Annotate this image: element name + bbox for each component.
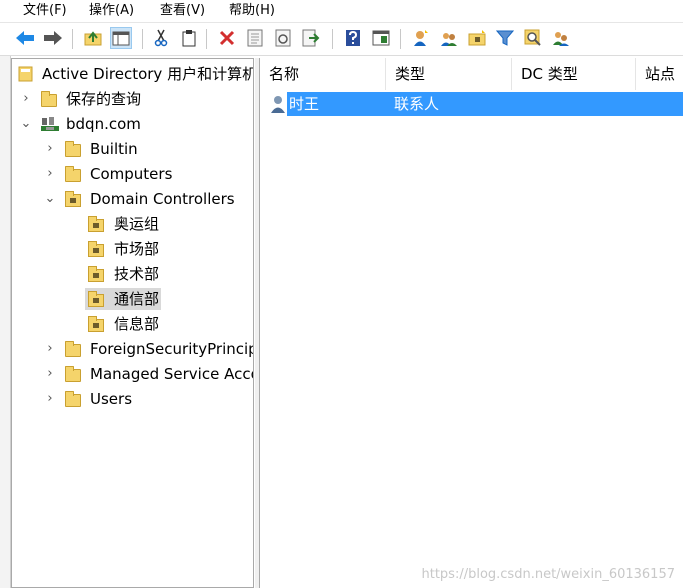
left-edge-strip bbox=[0, 56, 11, 588]
delete-icon[interactable] bbox=[216, 27, 238, 49]
tree-item-label: Computers bbox=[90, 165, 173, 183]
ou-icon bbox=[88, 316, 104, 332]
toolbar-separator bbox=[72, 29, 73, 49]
paste-icon[interactable] bbox=[178, 27, 200, 49]
cut-icon[interactable] bbox=[150, 27, 172, 49]
filter-icon[interactable] bbox=[494, 27, 516, 49]
tree-item-label: Users bbox=[90, 390, 133, 408]
ou-icon bbox=[88, 241, 104, 257]
row-selection-highlight bbox=[287, 92, 683, 116]
tree-item-label: 通信部 bbox=[114, 290, 160, 308]
contact-icon bbox=[270, 95, 286, 113]
tree-item-label: Builtin bbox=[90, 140, 138, 158]
ad-console-icon bbox=[18, 66, 34, 82]
tree-item-ou[interactable]: 信息部 bbox=[12, 313, 253, 335]
ou-icon bbox=[88, 266, 104, 282]
tree-item-foreign-security-principals[interactable]: › ForeignSecurityPrincipa bbox=[12, 338, 254, 360]
console-tree-icon[interactable] bbox=[110, 27, 132, 49]
list-row[interactable]: 时王 联系人 bbox=[270, 92, 683, 116]
cell-type: 联系人 bbox=[394, 95, 440, 113]
chevron-down-icon[interactable]: ⌄ bbox=[44, 188, 56, 210]
tree-item-domain[interactable]: ⌄ bdqn.com bbox=[12, 113, 253, 135]
tree-item-domain-controllers[interactable]: ⌄ Domain Controllers bbox=[12, 188, 253, 210]
details-list: 名称 类型 DC 类型 站点 时王 联系人 bbox=[259, 58, 683, 588]
menu-action[interactable]: 操作(A) bbox=[89, 1, 134, 21]
menu-bar: 文件(F) 操作(A) 查看(V) 帮助(H) bbox=[0, 0, 683, 23]
new-group-icon[interactable] bbox=[438, 27, 460, 49]
tree-root[interactable]: Active Directory 用户和计算机 bbox=[12, 63, 254, 85]
column-header-site[interactable]: 站点 bbox=[636, 58, 683, 90]
column-header-dc-type[interactable]: DC 类型 bbox=[512, 58, 636, 90]
chevron-right-icon[interactable]: › bbox=[44, 363, 56, 385]
tree-item-label: Managed Service Acco bbox=[90, 365, 254, 383]
new-user-icon[interactable] bbox=[410, 27, 432, 49]
folder-icon bbox=[65, 341, 81, 357]
tree-item-users[interactable]: › Users bbox=[12, 388, 253, 410]
chevron-right-icon[interactable]: › bbox=[44, 338, 56, 360]
watermark: https://blog.csdn.net/weixin_60136157 bbox=[421, 567, 675, 582]
chevron-right-icon[interactable]: › bbox=[44, 163, 56, 185]
tree-item-builtin[interactable]: › Builtin bbox=[12, 138, 253, 160]
folder-icon bbox=[65, 166, 81, 182]
forward-arrow-icon[interactable] bbox=[42, 27, 64, 49]
ou-icon bbox=[88, 291, 104, 307]
tree-root-label: Active Directory 用户和计算机 bbox=[42, 65, 254, 83]
chevron-right-icon[interactable]: › bbox=[44, 388, 56, 410]
chevron-down-icon[interactable]: ⌄ bbox=[20, 113, 32, 135]
column-header-name[interactable]: 名称 bbox=[260, 58, 386, 90]
back-arrow-icon[interactable] bbox=[14, 27, 36, 49]
tree-item-label: ForeignSecurityPrincipa bbox=[90, 340, 254, 358]
chevron-right-icon[interactable]: › bbox=[20, 88, 32, 110]
tree-item-ou[interactable]: 技术部 bbox=[12, 263, 253, 285]
help-icon[interactable] bbox=[342, 27, 364, 49]
refresh-icon[interactable] bbox=[272, 27, 294, 49]
toolbar bbox=[0, 23, 683, 56]
tree-item-ou-selected[interactable]: 通信部 bbox=[12, 288, 253, 310]
ou-icon bbox=[65, 191, 81, 207]
find-icon[interactable] bbox=[522, 27, 544, 49]
ou-icon bbox=[88, 216, 104, 232]
tree-item-managed-service-accounts[interactable]: › Managed Service Acco bbox=[12, 363, 254, 385]
domain-icon bbox=[40, 116, 60, 132]
tree-item-computers[interactable]: › Computers bbox=[12, 163, 253, 185]
folder-icon bbox=[65, 141, 81, 157]
up-folder-icon[interactable] bbox=[82, 27, 104, 49]
tree-item-label: Domain Controllers bbox=[90, 190, 235, 208]
tree-item-label: bdqn.com bbox=[66, 115, 141, 133]
cell-name: 时王 bbox=[289, 95, 320, 113]
properties-icon[interactable] bbox=[244, 27, 266, 49]
console-tree: Active Directory 用户和计算机 › 保存的查询 ⌄ bdqn.c… bbox=[11, 58, 254, 588]
chevron-right-icon[interactable]: › bbox=[44, 138, 56, 160]
menu-file[interactable]: 文件(F) bbox=[23, 1, 67, 21]
toolbar-separator bbox=[142, 29, 143, 49]
tree-item-ou[interactable]: 市场部 bbox=[12, 238, 253, 260]
tree-item-saved-queries[interactable]: › 保存的查询 bbox=[12, 88, 253, 110]
toolbar-separator bbox=[206, 29, 207, 49]
tree-item-ou[interactable]: 奥运组 bbox=[12, 213, 253, 235]
column-header-type[interactable]: 类型 bbox=[386, 58, 512, 90]
add-to-group-icon[interactable] bbox=[550, 27, 572, 49]
toolbar-separator bbox=[332, 29, 333, 49]
tree-item-label: 信息部 bbox=[114, 315, 160, 333]
folder-icon bbox=[65, 366, 81, 382]
toolbar-separator bbox=[400, 29, 401, 49]
tree-item-label: 市场部 bbox=[114, 240, 160, 258]
show-hide-pane-icon[interactable] bbox=[370, 27, 392, 49]
tree-item-label: 技术部 bbox=[114, 265, 160, 283]
export-list-icon[interactable] bbox=[300, 27, 322, 49]
folder-icon bbox=[65, 391, 81, 407]
folder-icon bbox=[41, 91, 57, 107]
new-ou-icon[interactable] bbox=[466, 27, 488, 49]
tree-item-label: 奥运组 bbox=[114, 215, 160, 233]
menu-help[interactable]: 帮助(H) bbox=[229, 1, 275, 21]
tree-item-label: 保存的查询 bbox=[66, 90, 142, 108]
menu-view[interactable]: 查看(V) bbox=[160, 1, 205, 21]
